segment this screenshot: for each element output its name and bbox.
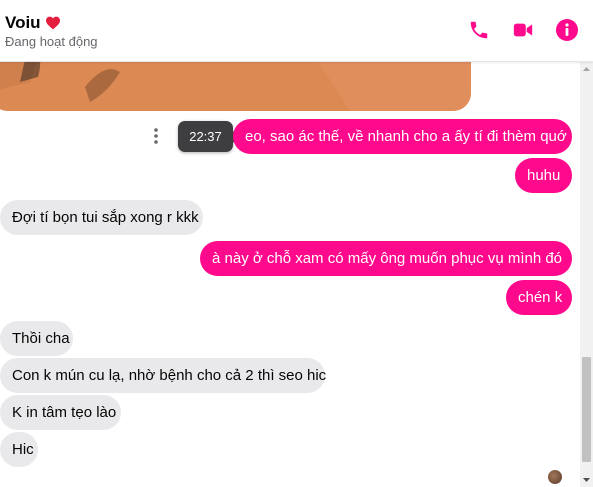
scrollbar-thumb[interactable] [582,357,591,462]
chat-header: Voiu Đang hoạt động [0,0,593,62]
message-list[interactable]: 22:37 eo, sao ác thế, về nhanh cho a ấy … [0,62,580,487]
phone-icon [470,21,488,39]
call-button[interactable] [466,17,492,43]
scroll-up-arrow-icon[interactable] [580,62,593,76]
message-bubble[interactable]: Đợi tí bọn tui sắp xong r kkk [0,200,203,235]
message-bubble[interactable]: eo, sao ác thế, về nhanh cho a ấy tí đi … [233,119,572,154]
info-icon [556,19,578,41]
photo-content [0,62,471,111]
scroll-down-arrow-icon[interactable] [580,473,593,487]
message-bubble[interactable]: Con k mún cu lạ, nhờ bệnh cho cả 2 thì s… [0,358,326,393]
message-bubble[interactable]: huhu [515,158,572,193]
message-bubble[interactable]: à này ở chỗ xam có mấy ông muốn phục vụ … [200,241,572,276]
timestamp-tooltip: 22:37 [178,121,239,152]
info-button[interactable] [554,17,580,43]
message-bubble[interactable]: Thồi cha [0,321,73,356]
seen-avatar [548,470,562,484]
video-call-button[interactable] [510,17,536,43]
image-attachment[interactable] [0,62,471,111]
video-camera-icon [513,23,533,37]
active-status: Đang hoạt động [5,34,98,49]
message-bubble[interactable]: Hic [0,432,38,467]
contact-name[interactable]: Voiu [5,13,41,33]
more-options-icon[interactable] [150,126,162,146]
heart-icon [46,16,60,30]
message-bubble[interactable]: K in tâm tẹo lào [0,395,121,430]
scrollbar[interactable] [580,62,593,487]
message-bubble[interactable]: chén k [506,280,572,315]
